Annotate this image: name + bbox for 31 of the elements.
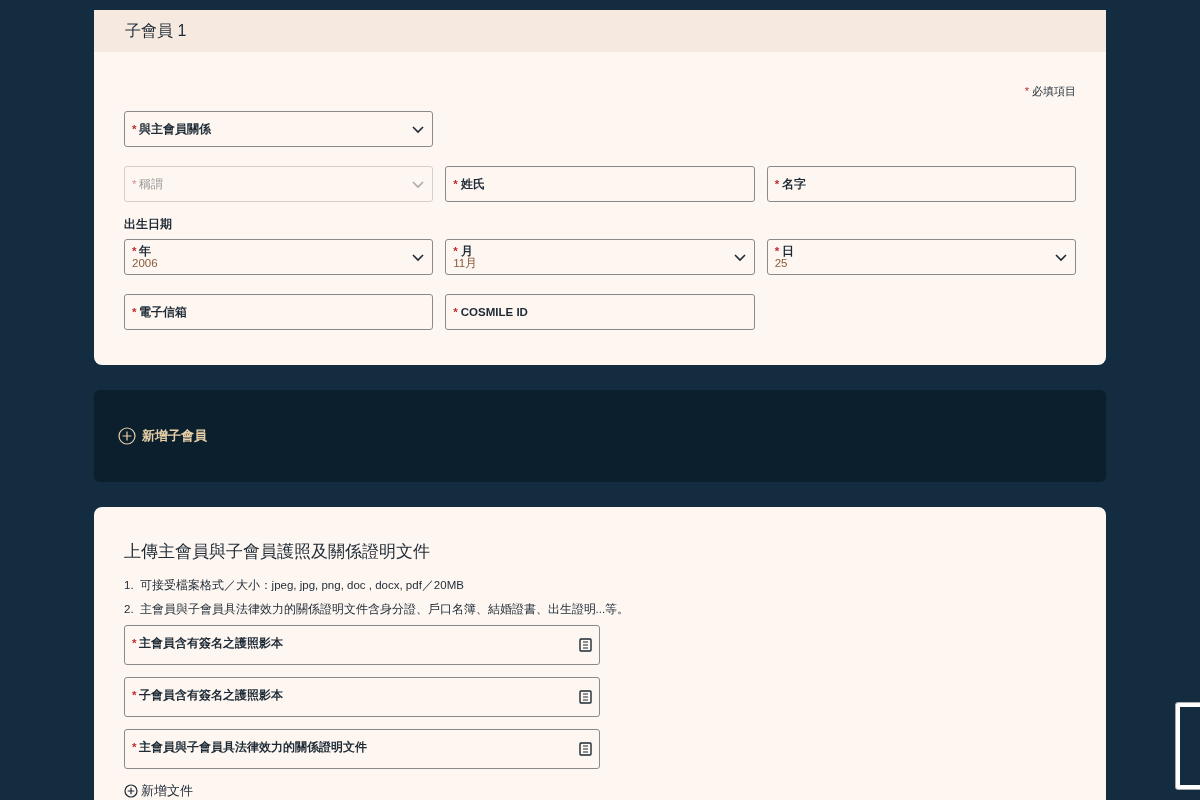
- plus-circle-icon: [124, 783, 138, 798]
- input-field[interactable]: * 姓氏: [445, 166, 755, 202]
- input-field[interactable]: * COSMILE ID: [445, 294, 755, 331]
- list-number: 2.: [124, 601, 134, 617]
- document-icon: [579, 638, 593, 652]
- chevron-down-icon: [411, 179, 426, 189]
- chevron-down-icon: [411, 252, 426, 263]
- select-field[interactable]: * 與主會員關係: [124, 111, 434, 147]
- chevron-down-icon: [732, 252, 747, 263]
- section-header: 子會員 1: [94, 10, 1106, 52]
- file-upload-field[interactable]: * 主會員含有簽名之護照影本: [124, 625, 600, 665]
- note-text: 可接受檔案格式／大小：jpeg, jpg, png, doc , docx, pdf／20MB: [139, 577, 464, 593]
- select-field[interactable]: * 日 25: [766, 239, 1076, 276]
- add-member-button[interactable]: 新增子會員: [118, 426, 207, 446]
- select-field[interactable]: * 年 2006: [124, 239, 434, 276]
- file-upload-field[interactable]: * 主會員與子會員具法律效力的關係證明文件: [124, 729, 600, 769]
- input-field[interactable]: * 電子信箱: [124, 294, 434, 331]
- note-text: 主會員與子會員具法律效力的關係證明文件含身分證、戶口名簿、結婚證書、出生證明...等。: [139, 601, 630, 617]
- select-field[interactable]: * 月 11月: [445, 239, 755, 276]
- document-icon: [579, 742, 593, 756]
- chevron-down-icon: [411, 124, 426, 134]
- list-number: 1.: [124, 577, 134, 593]
- file-upload-field[interactable]: * 子會員含有簽名之護照影本: [124, 677, 600, 717]
- chevron-down-icon: [1054, 252, 1068, 263]
- section-title: 上傳主會員與子會員護照及關係證明文件: [124, 541, 431, 563]
- add-file-button[interactable]: 新增文件: [124, 781, 193, 800]
- plus-circle-icon: [118, 427, 136, 445]
- document-icon: [579, 690, 593, 704]
- required-note: * 必填項目: [1023, 84, 1076, 99]
- input-field[interactable]: * 名字: [766, 166, 1076, 202]
- field-heading: 出生日期: [124, 217, 173, 232]
